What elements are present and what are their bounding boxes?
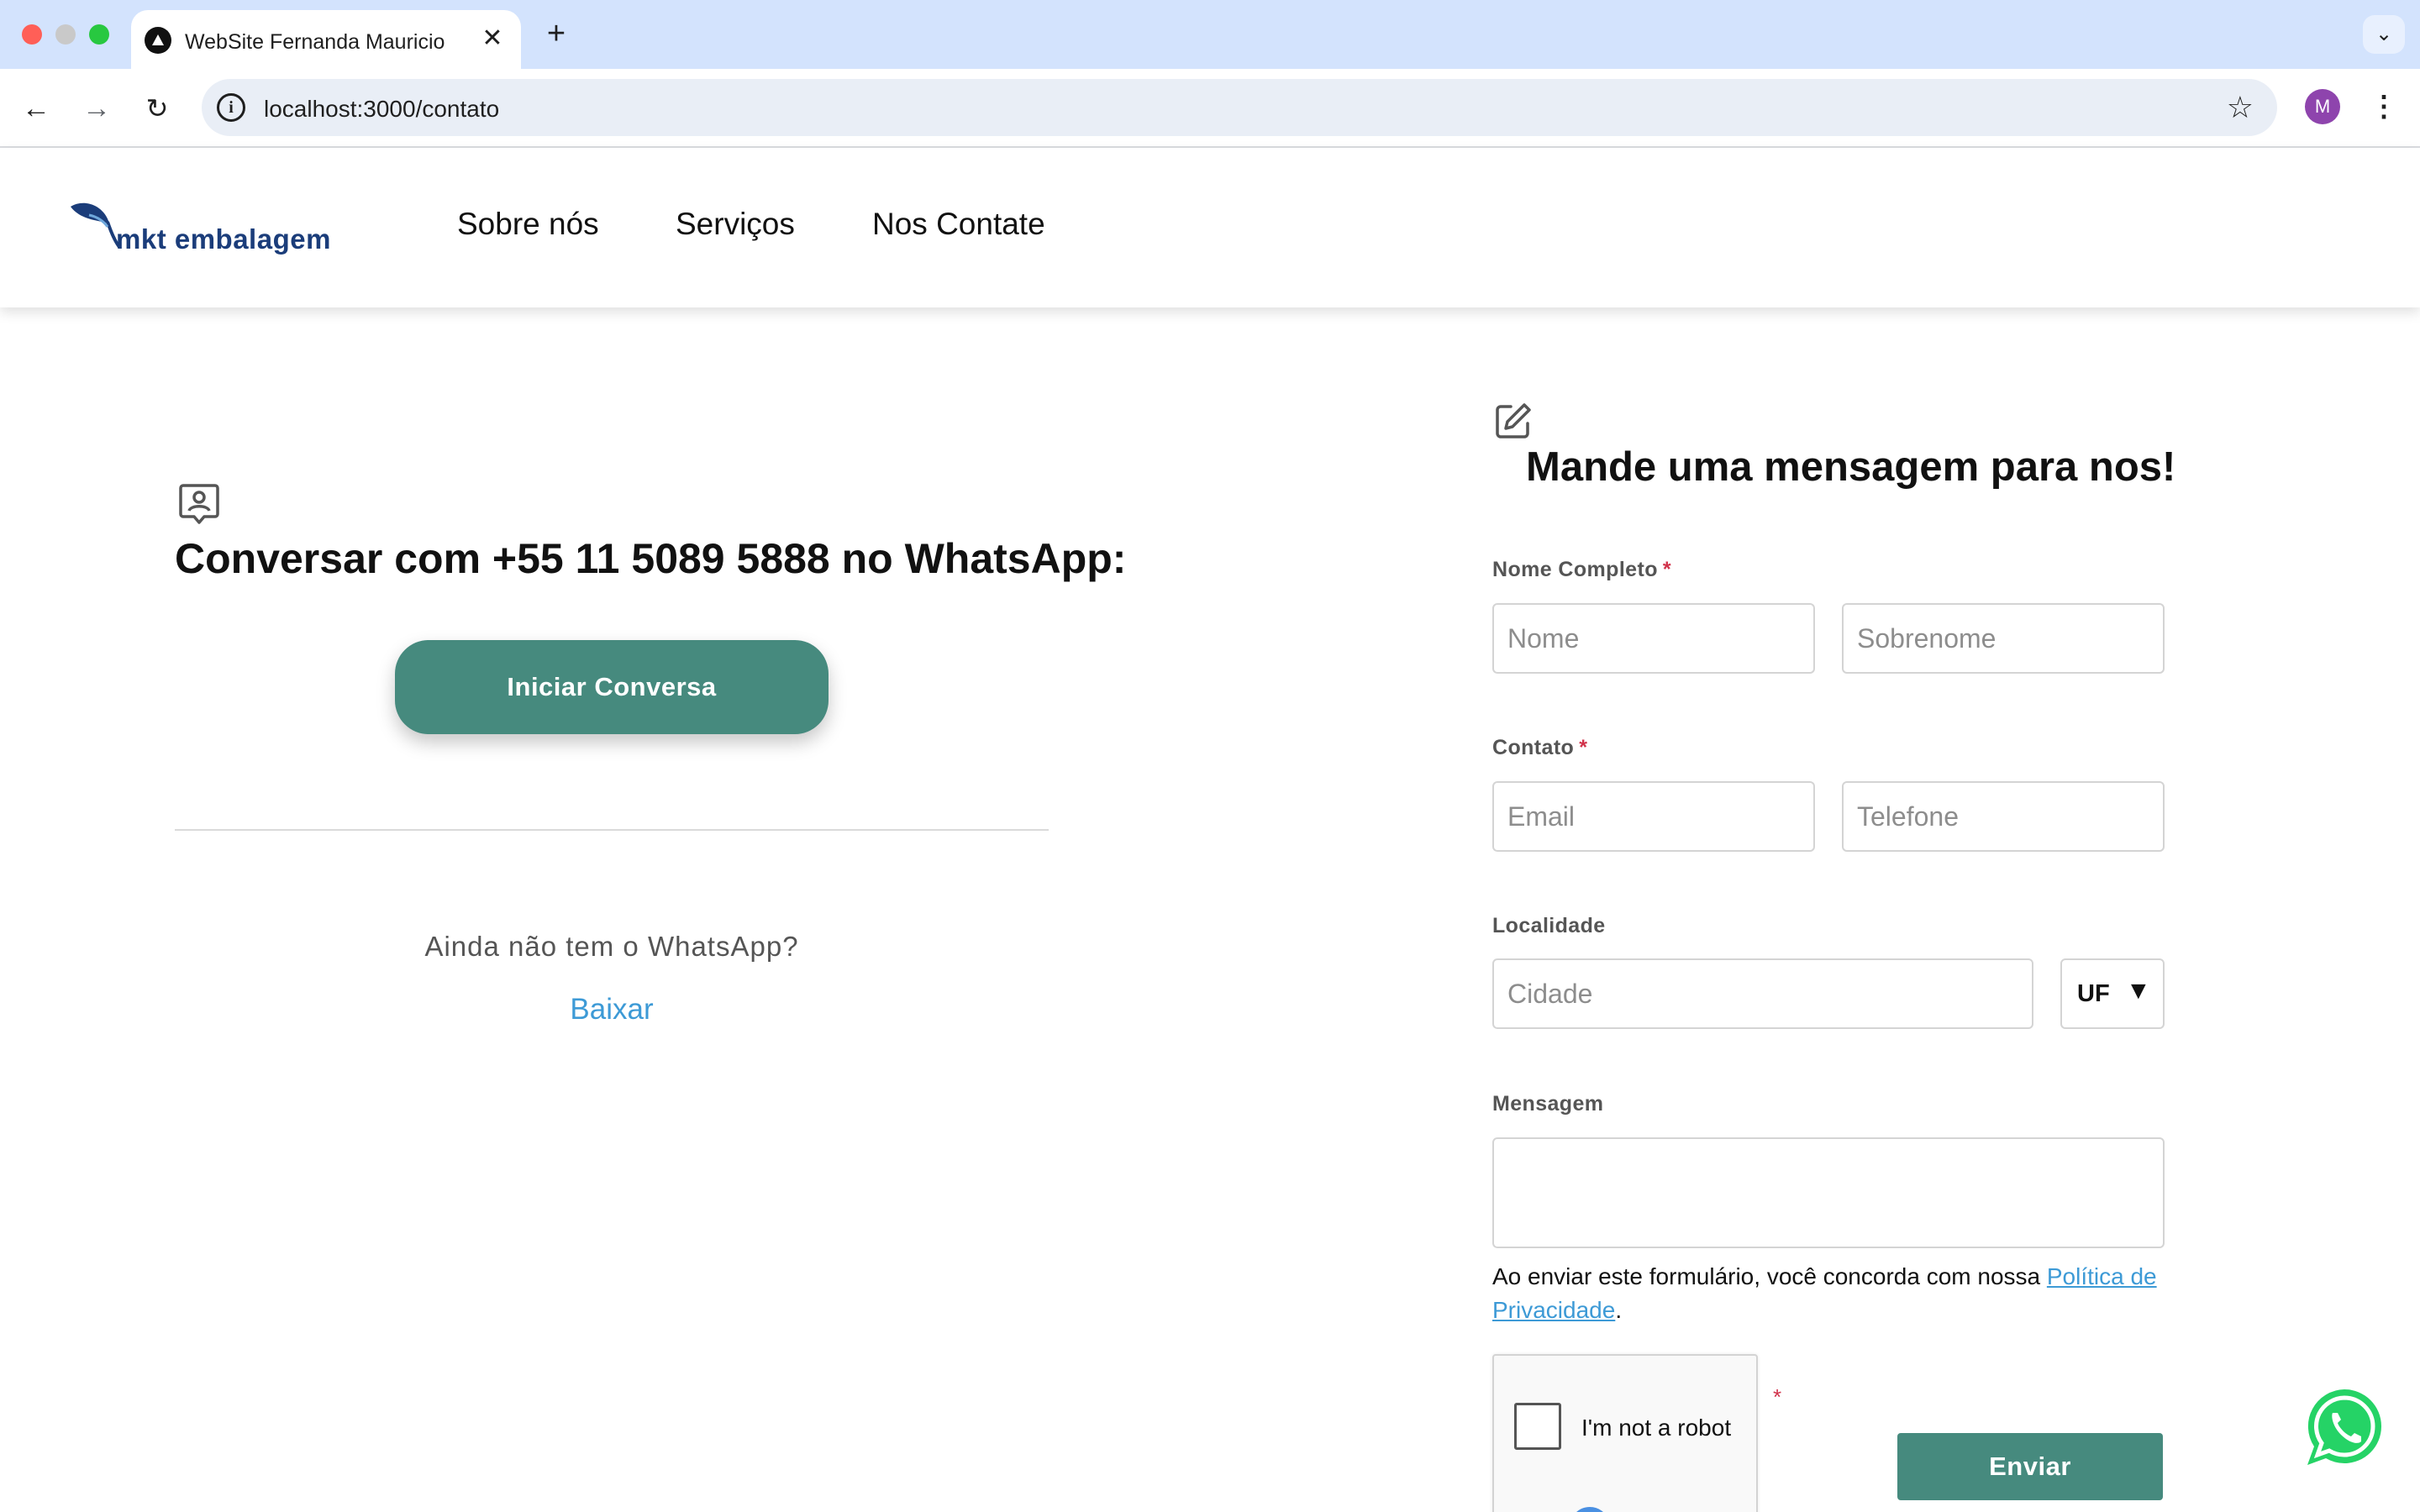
site-info-icon[interactable]: i xyxy=(217,93,245,122)
consent-text: Ao enviar este formulário, você concorda… xyxy=(1492,1263,2157,1323)
browser-tab-bar: WebSite Fernanda Mauricio ✕ + ⌄ xyxy=(0,0,2420,69)
browser-menu-icon[interactable]: ⋮ xyxy=(2370,87,2398,126)
dropdown-arrow-icon: ▼ xyxy=(2126,977,2151,1005)
no-whatsapp-text: Ainda não tem o WhatsApp? xyxy=(424,931,799,962)
tab-title: WebSite Fernanda Mauricio xyxy=(185,30,445,54)
close-window-button[interactable] xyxy=(22,24,42,45)
forward-arrow-icon[interactable]: → xyxy=(77,89,116,128)
brand-logo-text: mkt embalagem xyxy=(116,223,331,255)
contact-card-icon xyxy=(179,484,219,524)
full-name-label: Nome Completo * xyxy=(1492,558,1672,581)
maximize-window-button[interactable] xyxy=(89,24,109,45)
phone-input[interactable] xyxy=(1842,781,2165,852)
last-name-input[interactable] xyxy=(1842,603,2165,674)
first-name-input[interactable] xyxy=(1492,603,1815,674)
recaptcha-checkbox[interactable] xyxy=(1514,1403,1561,1450)
new-tab-button[interactable]: + xyxy=(539,17,573,50)
reload-icon[interactable]: ↻ xyxy=(138,89,176,128)
browser-tab-active[interactable]: WebSite Fernanda Mauricio ✕ xyxy=(131,10,521,69)
recaptcha-logo-icon xyxy=(1576,1507,1603,1512)
recaptcha-widget: I'm not a robot xyxy=(1492,1354,1758,1512)
message-label: Mensagem xyxy=(1492,1092,1604,1116)
email-input[interactable] xyxy=(1492,781,1815,852)
section-divider xyxy=(175,829,1049,831)
recaptcha-label: I'm not a robot xyxy=(1581,1415,1732,1441)
city-input[interactable] xyxy=(1492,958,2033,1029)
triangle-favicon-icon xyxy=(145,27,171,54)
download-whatsapp-link[interactable]: Baixar xyxy=(175,993,1049,1026)
brand-logo[interactable]: mkt embalagem xyxy=(67,198,345,265)
uf-select[interactable]: UF ▼ xyxy=(2060,958,2165,1029)
captcha-required-mark: * xyxy=(1773,1384,1782,1410)
start-chat-button[interactable]: Iniciar Conversa xyxy=(395,640,829,734)
contact-label: Contato * xyxy=(1492,736,1588,759)
location-label: Localidade xyxy=(1492,914,1606,937)
leaf-logo-icon xyxy=(71,202,121,249)
message-textarea[interactable] xyxy=(1492,1137,2165,1248)
tab-search-chevron-icon[interactable]: ⌄ xyxy=(2363,15,2405,54)
whatsapp-heading: Conversar com +55 11 5089 5888 no WhatsA… xyxy=(175,535,1127,582)
nav-link-about[interactable]: Sobre nós xyxy=(457,207,599,242)
form-title: Mande uma mensagem para nos! xyxy=(1526,444,2176,490)
nav-link-services[interactable]: Serviços xyxy=(676,207,795,242)
address-bar[interactable]: i localhost:3000/contato ☆ xyxy=(202,79,2277,136)
browser-toolbar: ← → ↻ i localhost:3000/contato ☆ xyxy=(0,69,2420,148)
uf-select-value: UF xyxy=(2077,980,2110,1007)
send-button[interactable]: Enviar xyxy=(1897,1433,2163,1500)
nav-link-contact[interactable]: Nos Contate xyxy=(872,207,1045,242)
url-text[interactable]: localhost:3000/contato xyxy=(264,96,499,123)
back-arrow-icon[interactable]: ← xyxy=(17,89,55,128)
profile-avatar[interactable]: M xyxy=(2305,89,2340,124)
minimize-window-button[interactable] xyxy=(55,24,76,45)
edit-pencil-icon xyxy=(1496,403,1531,438)
tab-close-icon[interactable]: ✕ xyxy=(479,25,506,52)
whatsapp-float-icon[interactable] xyxy=(2301,1384,2388,1472)
site-header: mkt embalagem Sobre nós Serviços Nos Con… xyxy=(0,148,2420,307)
bookmark-star-icon[interactable]: ☆ xyxy=(2227,91,2254,124)
